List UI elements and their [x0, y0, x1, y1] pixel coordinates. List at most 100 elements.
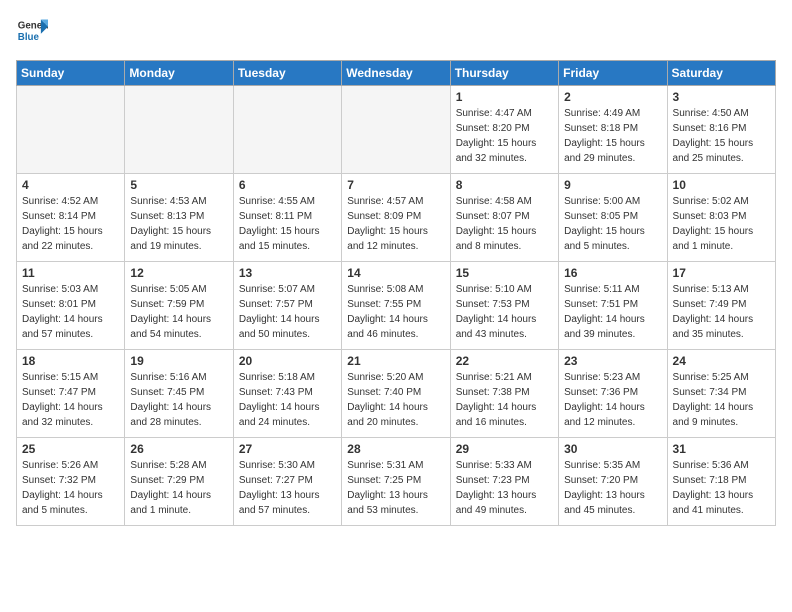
day-info: Sunrise: 5:10 AM Sunset: 7:53 PM Dayligh… [456, 282, 553, 342]
calendar-cell: 18 Sunrise: 5:15 AM Sunset: 7:47 PM Dayli… [17, 350, 125, 438]
day-number: 8 [456, 178, 553, 192]
day-info: Sunrise: 5:26 AM Sunset: 7:32 PM Dayligh… [22, 458, 119, 518]
calendar-cell: 13 Sunrise: 5:07 AM Sunset: 7:57 PM Dayli… [233, 262, 341, 350]
weekday-header-saturday: Saturday [667, 61, 775, 86]
day-number: 4 [22, 178, 119, 192]
weekday-header-row: SundayMondayTuesdayWednesdayThursdayFrid… [17, 61, 776, 86]
day-info: Sunrise: 5:08 AM Sunset: 7:55 PM Dayligh… [347, 282, 444, 342]
day-number: 28 [347, 442, 444, 456]
calendar-cell: 23 Sunrise: 5:23 AM Sunset: 7:36 PM Dayli… [559, 350, 667, 438]
calendar-week-4: 18 Sunrise: 5:15 AM Sunset: 7:47 PM Dayli… [17, 350, 776, 438]
calendar-cell: 5 Sunrise: 4:53 AM Sunset: 8:13 PM Daylig… [125, 174, 233, 262]
day-info: Sunrise: 5:07 AM Sunset: 7:57 PM Dayligh… [239, 282, 336, 342]
day-number: 1 [456, 90, 553, 104]
calendar-cell: 7 Sunrise: 4:57 AM Sunset: 8:09 PM Daylig… [342, 174, 450, 262]
calendar-cell: 10Sunrise: 5:02 AM Sunset: 8:03 PM Dayli… [667, 174, 775, 262]
calendar-cell [17, 86, 125, 174]
calendar-cell: 3 Sunrise: 4:50 AM Sunset: 8:16 PM Daylig… [667, 86, 775, 174]
calendar-cell: 12 Sunrise: 5:05 AM Sunset: 7:59 PM Dayli… [125, 262, 233, 350]
calendar-cell: 21 Sunrise: 5:20 AM Sunset: 7:40 PM Dayli… [342, 350, 450, 438]
calendar-cell: 11 Sunrise: 5:03 AM Sunset: 8:01 PM Dayli… [17, 262, 125, 350]
day-number: 31 [673, 442, 770, 456]
day-info: Sunrise: 5:05 AM Sunset: 7:59 PM Dayligh… [130, 282, 227, 342]
day-number: 9 [564, 178, 661, 192]
day-number: 20 [239, 354, 336, 368]
day-number: 5 [130, 178, 227, 192]
calendar-week-5: 25Sunrise: 5:26 AM Sunset: 7:32 PM Dayli… [17, 438, 776, 526]
weekday-header-wednesday: Wednesday [342, 61, 450, 86]
calendar-cell [125, 86, 233, 174]
day-info: Sunrise: 5:33 AM Sunset: 7:23 PM Dayligh… [456, 458, 553, 518]
day-info: Sunrise: 5:03 AM Sunset: 8:01 PM Dayligh… [22, 282, 119, 342]
day-info: Sunrise: 5:15 AM Sunset: 7:47 PM Dayligh… [22, 370, 119, 430]
day-number: 6 [239, 178, 336, 192]
day-info: Sunrise: 5:00 AM Sunset: 8:05 PM Dayligh… [564, 194, 661, 254]
calendar-week-3: 11 Sunrise: 5:03 AM Sunset: 8:01 PM Dayli… [17, 262, 776, 350]
day-number: 18 [22, 354, 119, 368]
day-info: Sunrise: 4:50 AM Sunset: 8:16 PM Dayligh… [673, 106, 770, 166]
calendar-cell: 4Sunrise: 4:52 AM Sunset: 8:14 PM Daylig… [17, 174, 125, 262]
calendar-cell: 9 Sunrise: 5:00 AM Sunset: 8:05 PM Daylig… [559, 174, 667, 262]
calendar-cell: 31 Sunrise: 5:36 AM Sunset: 7:18 PM Dayli… [667, 438, 775, 526]
day-info: Sunrise: 5:28 AM Sunset: 7:29 PM Dayligh… [130, 458, 227, 518]
calendar-cell: 29 Sunrise: 5:33 AM Sunset: 7:23 PM Dayli… [450, 438, 558, 526]
day-number: 3 [673, 90, 770, 104]
day-number: 23 [564, 354, 661, 368]
calendar-cell: 19Sunrise: 5:16 AM Sunset: 7:45 PM Dayli… [125, 350, 233, 438]
day-info: Sunrise: 5:23 AM Sunset: 7:36 PM Dayligh… [564, 370, 661, 430]
day-info: Sunrise: 4:53 AM Sunset: 8:13 PM Dayligh… [130, 194, 227, 254]
calendar-cell: 30 Sunrise: 5:35 AM Sunset: 7:20 PM Dayli… [559, 438, 667, 526]
header: General Blue [16, 16, 776, 48]
calendar-week-2: 4Sunrise: 4:52 AM Sunset: 8:14 PM Daylig… [17, 174, 776, 262]
calendar-cell: 8 Sunrise: 4:58 AM Sunset: 8:07 PM Daylig… [450, 174, 558, 262]
day-number: 12 [130, 266, 227, 280]
weekday-header-sunday: Sunday [17, 61, 125, 86]
day-number: 17 [673, 266, 770, 280]
day-info: Sunrise: 5:35 AM Sunset: 7:20 PM Dayligh… [564, 458, 661, 518]
calendar-table: SundayMondayTuesdayWednesdayThursdayFrid… [16, 60, 776, 526]
calendar-cell: 16 Sunrise: 5:11 AM Sunset: 7:51 PM Dayli… [559, 262, 667, 350]
calendar-cell: 17 Sunrise: 5:13 AM Sunset: 7:49 PM Dayli… [667, 262, 775, 350]
day-number: 7 [347, 178, 444, 192]
logo: General Blue [16, 16, 48, 48]
day-number: 15 [456, 266, 553, 280]
day-info: Sunrise: 5:18 AM Sunset: 7:43 PM Dayligh… [239, 370, 336, 430]
day-info: Sunrise: 4:55 AM Sunset: 8:11 PM Dayligh… [239, 194, 336, 254]
day-info: Sunrise: 4:57 AM Sunset: 8:09 PM Dayligh… [347, 194, 444, 254]
calendar-cell: 26Sunrise: 5:28 AM Sunset: 7:29 PM Dayli… [125, 438, 233, 526]
day-info: Sunrise: 5:11 AM Sunset: 7:51 PM Dayligh… [564, 282, 661, 342]
calendar-cell: 14 Sunrise: 5:08 AM Sunset: 7:55 PM Dayli… [342, 262, 450, 350]
day-info: Sunrise: 4:58 AM Sunset: 8:07 PM Dayligh… [456, 194, 553, 254]
calendar-week-1: 1Sunrise: 4:47 AM Sunset: 8:20 PM Daylig… [17, 86, 776, 174]
calendar-cell [342, 86, 450, 174]
day-number: 14 [347, 266, 444, 280]
calendar-cell: 6 Sunrise: 4:55 AM Sunset: 8:11 PM Daylig… [233, 174, 341, 262]
calendar-cell: 27Sunrise: 5:30 AM Sunset: 7:27 PM Dayli… [233, 438, 341, 526]
calendar-cell: 24Sunrise: 5:25 AM Sunset: 7:34 PM Dayli… [667, 350, 775, 438]
day-info: Sunrise: 5:31 AM Sunset: 7:25 PM Dayligh… [347, 458, 444, 518]
day-number: 27 [239, 442, 336, 456]
svg-text:Blue: Blue [18, 32, 40, 43]
day-info: Sunrise: 5:13 AM Sunset: 7:49 PM Dayligh… [673, 282, 770, 342]
day-number: 16 [564, 266, 661, 280]
day-number: 11 [22, 266, 119, 280]
day-number: 2 [564, 90, 661, 104]
logo-icon: General Blue [16, 16, 48, 48]
calendar-cell: 20 Sunrise: 5:18 AM Sunset: 7:43 PM Dayli… [233, 350, 341, 438]
day-info: Sunrise: 5:20 AM Sunset: 7:40 PM Dayligh… [347, 370, 444, 430]
day-info: Sunrise: 5:21 AM Sunset: 7:38 PM Dayligh… [456, 370, 553, 430]
calendar-cell: 1Sunrise: 4:47 AM Sunset: 8:20 PM Daylig… [450, 86, 558, 174]
day-number: 21 [347, 354, 444, 368]
day-info: Sunrise: 5:16 AM Sunset: 7:45 PM Dayligh… [130, 370, 227, 430]
calendar-cell [233, 86, 341, 174]
day-number: 29 [456, 442, 553, 456]
day-info: Sunrise: 5:36 AM Sunset: 7:18 PM Dayligh… [673, 458, 770, 518]
day-number: 10 [673, 178, 770, 192]
day-number: 24 [673, 354, 770, 368]
day-number: 22 [456, 354, 553, 368]
weekday-header-tuesday: Tuesday [233, 61, 341, 86]
day-number: 13 [239, 266, 336, 280]
weekday-header-monday: Monday [125, 61, 233, 86]
calendar-cell: 22 Sunrise: 5:21 AM Sunset: 7:38 PM Dayli… [450, 350, 558, 438]
day-number: 30 [564, 442, 661, 456]
